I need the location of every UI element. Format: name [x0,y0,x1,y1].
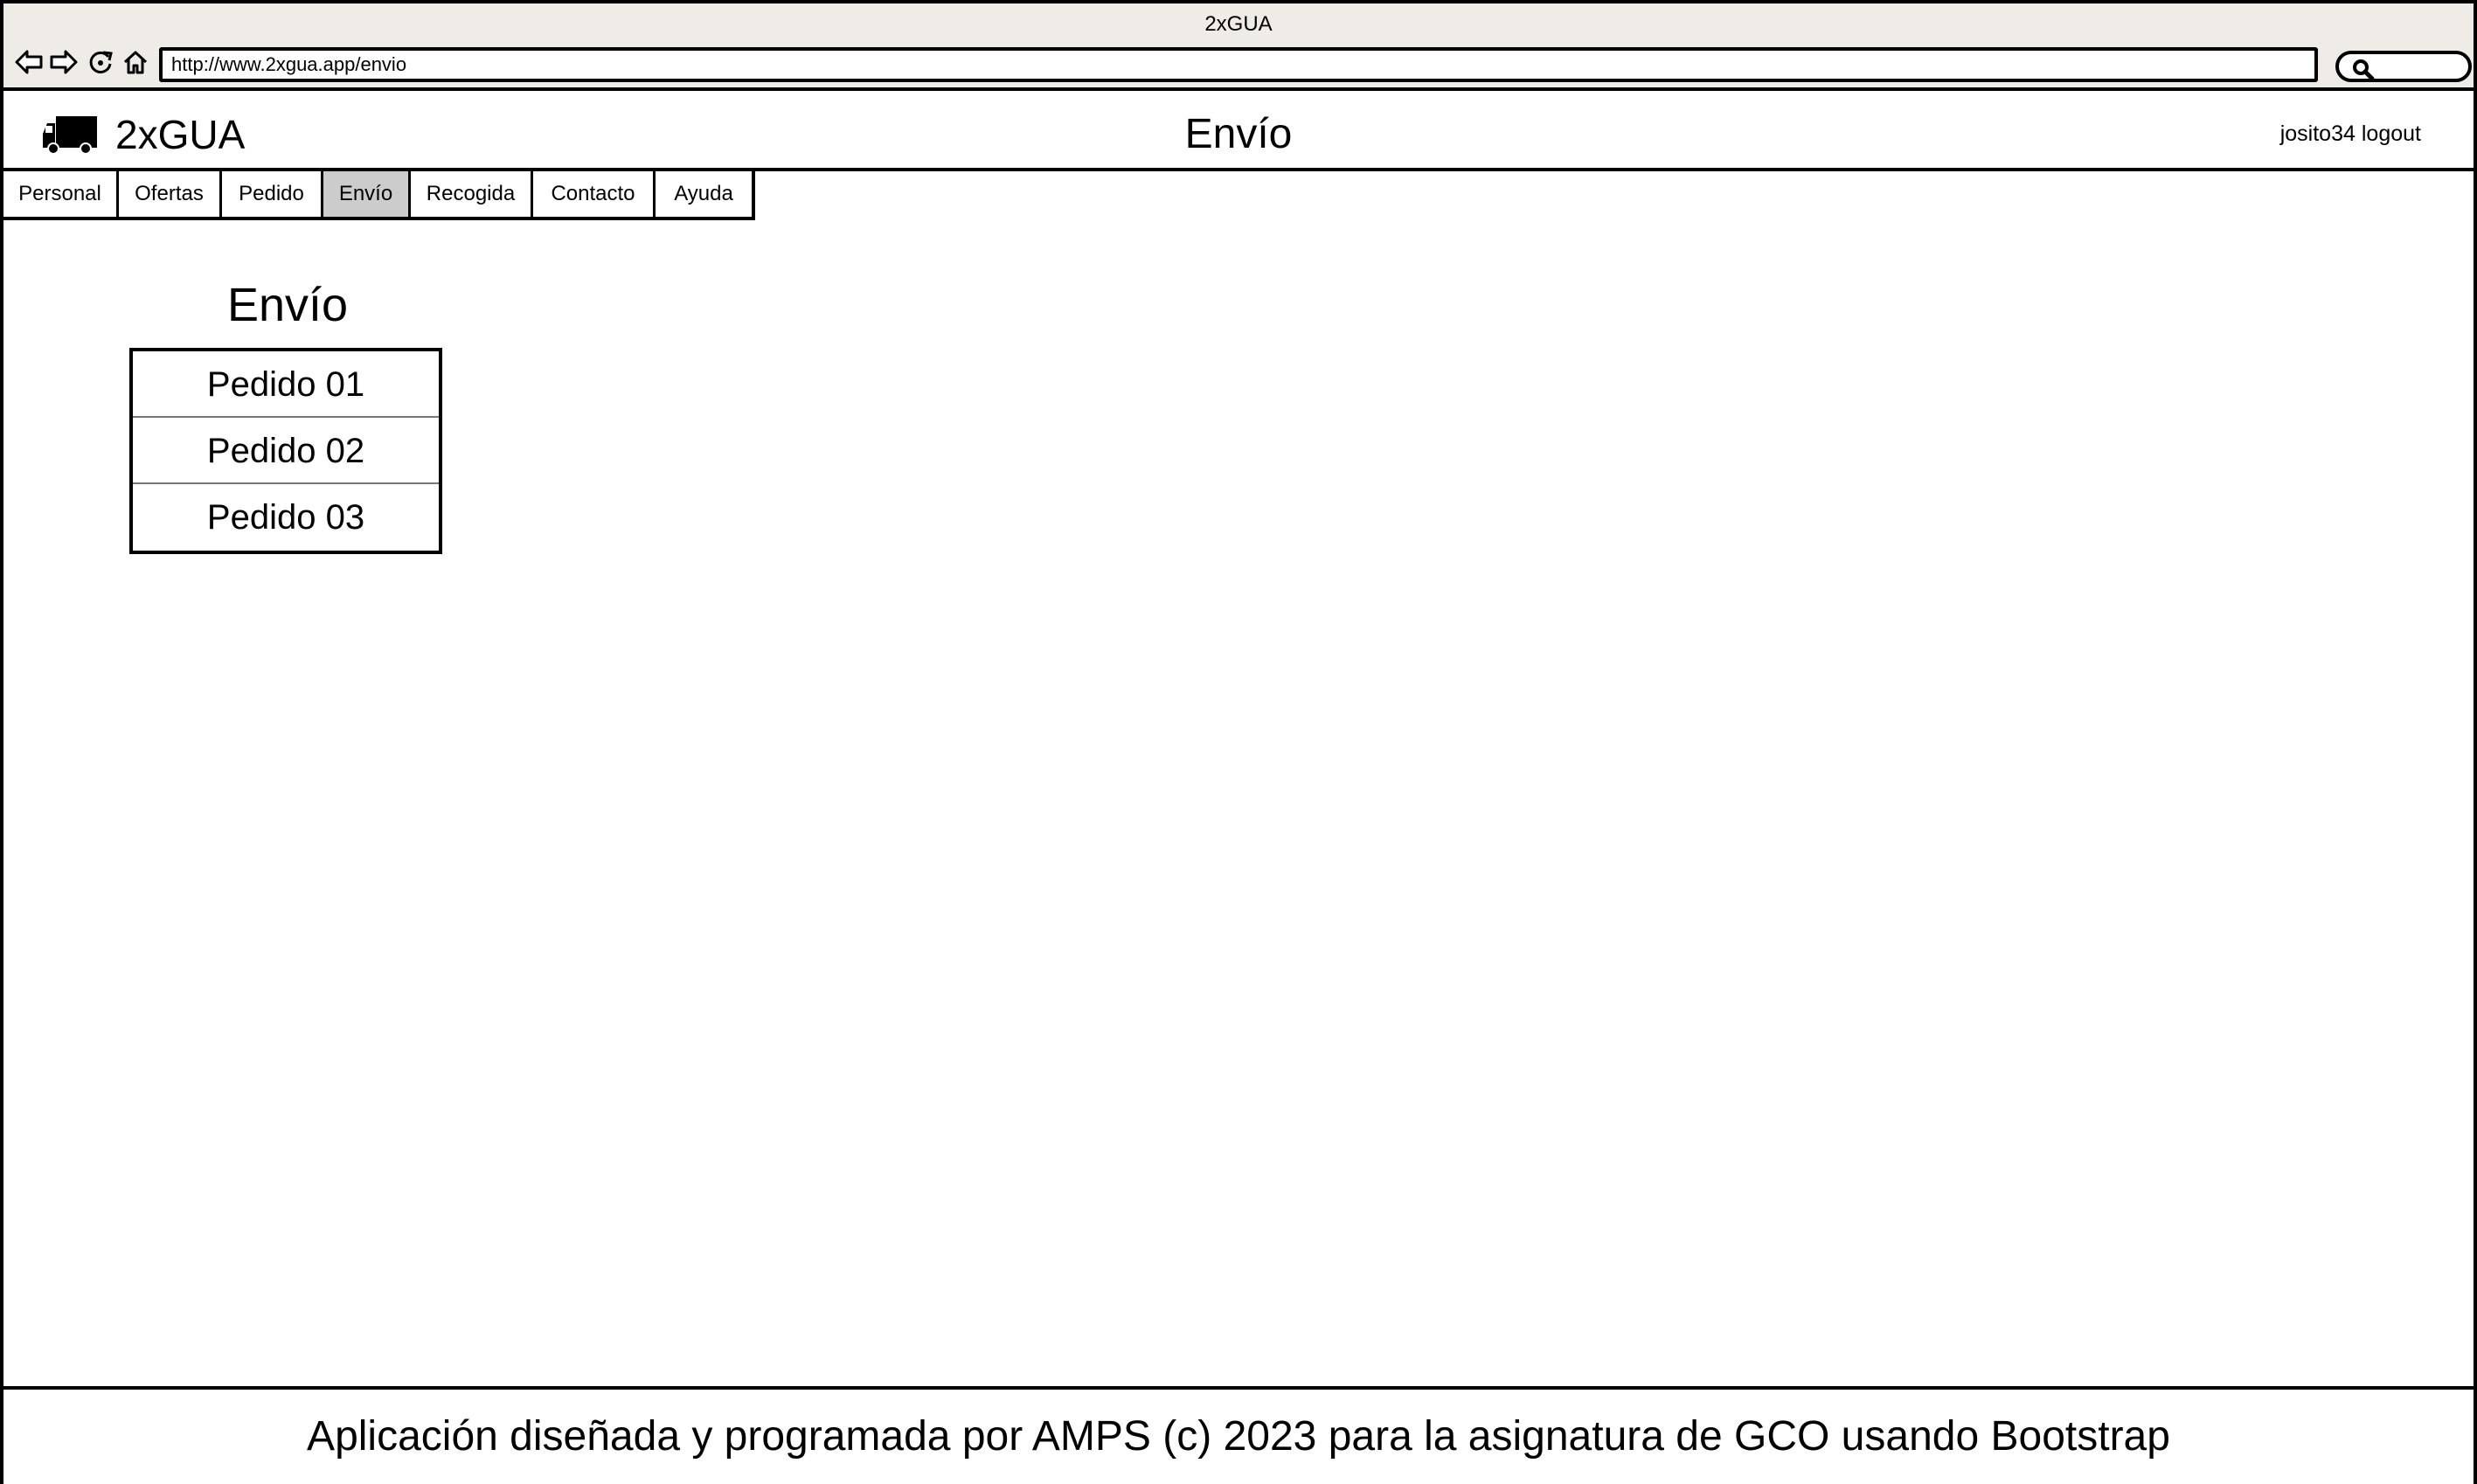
forward-arrow-icon[interactable] [49,47,79,77]
browser-window: 2xGUA http://www.2xgua.app/envio 2xGUA E… [0,0,2477,1484]
search-icon [2353,59,2375,81]
tab-pedido[interactable]: Pedido [222,171,323,217]
url-input[interactable]: http://www.2xgua.app/envio [159,47,2318,82]
browser-toolbar: 2xGUA http://www.2xgua.app/envio [3,3,2474,91]
order-item[interactable]: Pedido 01 [133,351,439,418]
reload-icon[interactable] [86,47,115,77]
nav-tabs: Personal Ofertas Pedido Envío Recogida C… [3,171,755,220]
tab-ayuda[interactable]: Ayuda [656,171,752,217]
tab-contacto[interactable]: Contacto [533,171,656,217]
username-link[interactable]: josito34 [2280,119,2356,149]
page-title: Envío [1184,111,1293,157]
section-title: Envío [226,279,349,331]
tab-recogida[interactable]: Recogida [411,171,533,217]
window-title: 2xGUA [1204,12,1273,36]
tab-envio[interactable]: Envío [323,171,411,217]
logout-link[interactable]: logout [2362,119,2421,149]
footer: Aplicación diseñada y programada por AMP… [3,1386,2474,1484]
back-arrow-icon[interactable] [14,47,44,77]
app-header: 2xGUA Envío josito34 logout [3,98,2474,171]
order-list: Pedido 01 Pedido 02 Pedido 03 [129,348,442,554]
user-area: josito34 logout [2280,119,2421,149]
tab-personal[interactable]: Personal [3,171,119,217]
home-icon[interactable] [121,47,150,77]
order-item[interactable]: Pedido 03 [133,484,439,551]
browser-search-field[interactable] [2335,51,2472,82]
tab-ofertas[interactable]: Ofertas [119,171,222,217]
order-item[interactable]: Pedido 02 [133,418,439,484]
